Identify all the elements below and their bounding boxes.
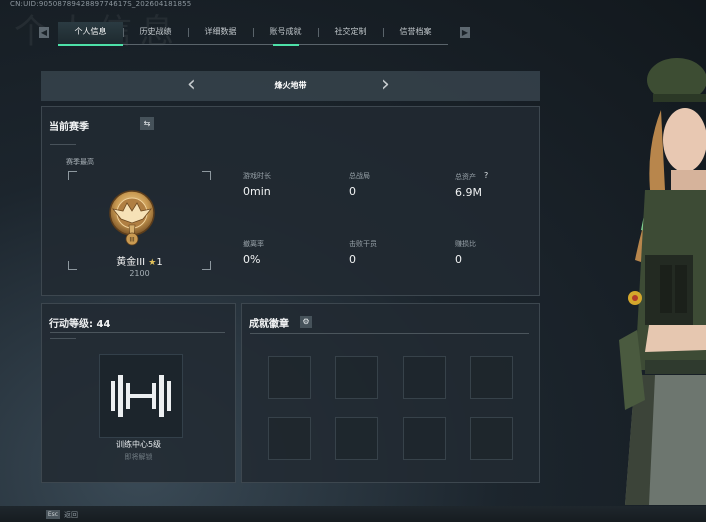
stat-label: 撤离率 [243, 240, 264, 248]
rank-name: 黄金III ★1 [82, 253, 197, 268]
training-center-card[interactable] [99, 354, 183, 438]
badges-title: 成就徽章 [249, 319, 289, 330]
stat-profit-ratio: 赚损比 0 [455, 239, 545, 266]
tab-detailed-data[interactable]: 详细数据 [188, 22, 253, 44]
stat-kills: 击败干员 0 [349, 239, 439, 266]
stat-label: 总资产? [455, 171, 545, 182]
svg-text:III: III [129, 237, 135, 244]
training-center-status: 即将解锁 [124, 453, 153, 461]
season-panel: 当前赛季 ⇆ 赛季最高 III 黄金III ★1 2100 游戏时长 0min … [41, 106, 540, 296]
badge-slot[interactable] [268, 417, 311, 460]
divider [50, 338, 76, 339]
rank-stars: 1 [156, 257, 163, 268]
stat-value: 0 [349, 185, 356, 198]
badge-slot[interactable] [403, 417, 446, 460]
swap-icon[interactable]: ⇆ [140, 117, 154, 130]
chevron-left-icon[interactable]: ◀ [39, 27, 49, 38]
tab-social-custom[interactable]: 社交定制 [318, 22, 383, 44]
stat-total-matches: 总战局 0 [349, 171, 439, 198]
divider [250, 333, 529, 334]
stat-play-time: 游戏时长 0min [243, 171, 333, 198]
mode-selector: ‹ 烽火地带 › [41, 71, 540, 101]
achievement-badges-panel: 成就徽章 ⚙ [241, 303, 540, 483]
stat-label: 赚损比 [455, 240, 476, 248]
stat-extract-rate: 撤离率 0% [243, 239, 333, 266]
rank-score: 2100 [129, 269, 150, 278]
frame-corner [202, 171, 211, 180]
stat-label: 总战局 [349, 172, 370, 180]
peak-label: 赛季最高 [66, 158, 94, 166]
stat-label: 击败干员 [349, 240, 377, 248]
mode-next-button[interactable]: › [381, 72, 390, 98]
operation-level-panel: 行动等级: 44 训练中心5级 即将解锁 [41, 303, 236, 483]
mode-title: 烽火地带 [274, 81, 307, 90]
divider [50, 332, 225, 333]
help-icon[interactable]: ? [484, 171, 488, 180]
stat-label: 游戏时长 [243, 172, 271, 180]
badge-slot[interactable] [335, 417, 378, 460]
back-label[interactable]: 返回 [64, 510, 78, 520]
bottom-bar [0, 506, 706, 522]
badge-slot[interactable] [403, 356, 446, 399]
stat-value: 0 [349, 253, 356, 266]
operator-character-image [619, 58, 706, 505]
tab-achievements[interactable]: 账号成就 [253, 22, 318, 46]
tab-personal-info[interactable]: 个人信息 [58, 22, 123, 46]
badge-slot[interactable] [470, 356, 513, 399]
stat-value: 0% [243, 253, 261, 266]
dumbbell-icon [111, 375, 171, 417]
frame-corner [68, 171, 77, 180]
badge-slot[interactable] [335, 356, 378, 399]
badge-slot[interactable] [470, 417, 513, 460]
season-title: 当前赛季 [49, 122, 89, 133]
frame-corner [68, 261, 77, 270]
stat-value: 0 [455, 253, 462, 266]
tab-list: 个人信息 历史战绩 详细数据 账号成就 社交定制 信誉档案 [58, 22, 448, 46]
frame-corner [202, 261, 211, 270]
operation-level-title: 行动等级: 44 [49, 319, 111, 330]
stat-value: 0min [243, 185, 271, 198]
training-center-name: 训练中心5级 [115, 440, 162, 449]
rank-name-text: 黄金III [116, 257, 146, 268]
divider [50, 144, 76, 145]
gear-icon[interactable]: ⚙ [300, 316, 312, 328]
top-tab-bar: ◀ 个人信息 历史战绩 详细数据 账号成就 社交定制 信誉档案 ▶ [39, 22, 471, 46]
chevron-right-icon[interactable]: ▶ [460, 27, 470, 38]
tab-match-history[interactable]: 历史战绩 [123, 22, 188, 44]
esc-key-hint[interactable]: Esc [46, 510, 60, 519]
stat-total-assets: 总资产? 6.9M [455, 171, 545, 199]
stat-value: 6.9M [455, 186, 482, 199]
tab-credit-record[interactable]: 信誉档案 [383, 22, 448, 44]
gold-rank-badge-icon: III [109, 190, 155, 246]
stat-label-text: 总资产 [455, 173, 476, 181]
badge-slot[interactable] [268, 356, 311, 399]
